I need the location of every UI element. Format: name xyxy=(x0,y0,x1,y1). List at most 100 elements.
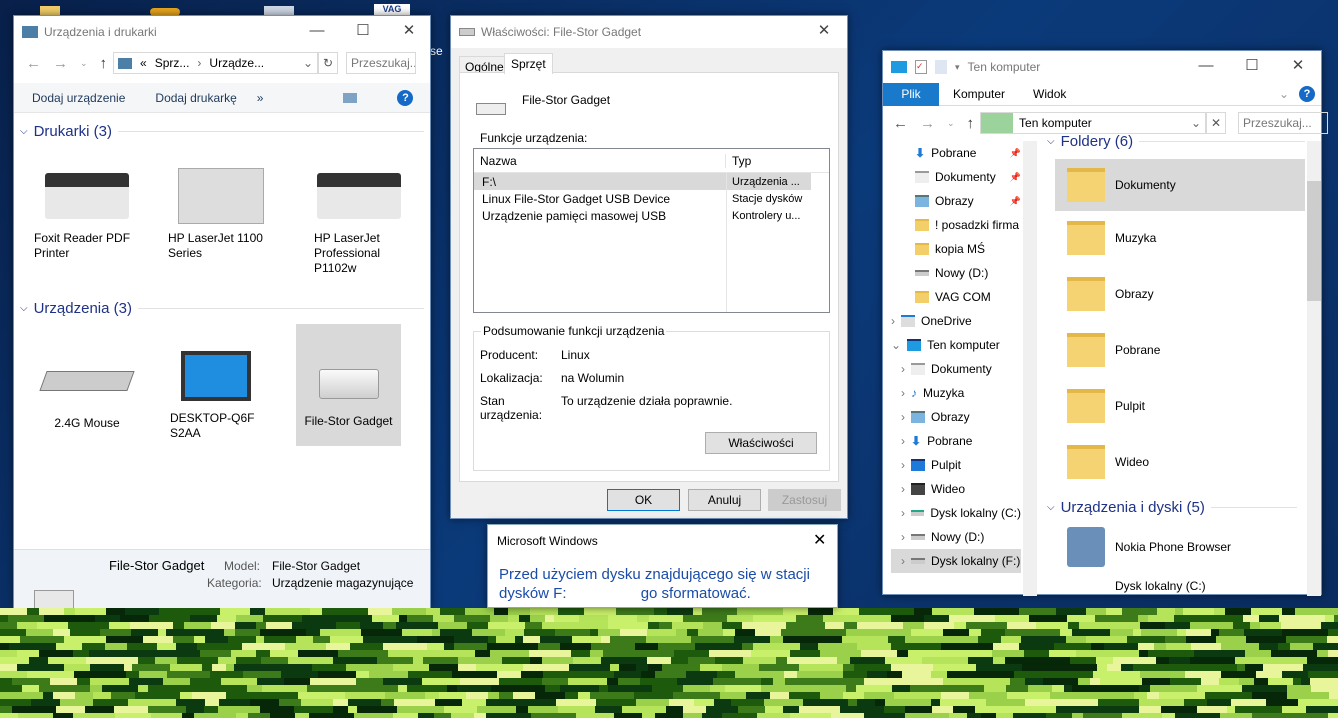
nav-item[interactable]: › Nowy (D:) xyxy=(891,525,1021,549)
glitch-block xyxy=(1205,692,1252,699)
address-bar[interactable]: Ten komputer ⌄ xyxy=(980,112,1207,134)
drives-group-header[interactable]: ⌵ Urządzenia i dyski (5) xyxy=(1047,499,1297,516)
nav-item[interactable]: ! posadzki firma xyxy=(891,213,1021,237)
nav-item[interactable]: ⬇ Pobrane 📌 xyxy=(891,141,1021,165)
folders-group-header[interactable]: ⌵ Foldery (6) xyxy=(1039,135,1305,150)
nav-item[interactable]: kopia MŚ xyxy=(891,237,1021,261)
glitch-block xyxy=(1175,608,1183,615)
printer-item[interactable]: HP LaserJet Professional P1102w xyxy=(314,161,404,276)
up-icon[interactable]: ↑ xyxy=(100,55,108,72)
folder-item[interactable]: Pobrane xyxy=(1067,333,1160,367)
refresh-button[interactable]: ↻ xyxy=(318,52,339,74)
nav-item[interactable]: VAG COM xyxy=(891,285,1021,309)
glitch-block xyxy=(1186,636,1216,643)
glitch-block xyxy=(176,643,197,650)
add-printer-button[interactable]: Dodaj drukarkę xyxy=(155,91,236,105)
table-row[interactable]: Linux File-Stor Gadget USB Device Stacje … xyxy=(474,190,829,207)
cancel-button[interactable]: Anuluj xyxy=(688,489,761,511)
column-name[interactable]: Nazwa xyxy=(474,153,726,168)
device-item[interactable]: 2.4G Mouse xyxy=(34,346,140,431)
tab-file[interactable]: Plik xyxy=(883,82,939,106)
drive-item[interactable]: Nokia Phone Browser xyxy=(1067,527,1231,567)
breadcrumb-item[interactable]: Sprz... xyxy=(155,56,190,70)
folder-item[interactable]: Muzyka xyxy=(1067,221,1156,255)
nav-item[interactable]: Obrazy 📌 xyxy=(891,189,1021,213)
customize-icon[interactable]: ▾ xyxy=(955,62,960,73)
expand-ribbon-icon[interactable]: ⌄ xyxy=(1279,87,1289,101)
minimize-button[interactable]: — xyxy=(1183,51,1229,81)
breadcrumb-item[interactable]: Urządze... xyxy=(209,56,264,70)
recent-icon[interactable]: ⌄ xyxy=(80,58,88,69)
printers-group-header[interactable]: ⌵ Drukarki (3) xyxy=(20,123,424,140)
glitch-block xyxy=(734,636,770,643)
tab-view[interactable]: Widok xyxy=(1033,87,1066,101)
nav-this-pc[interactable]: ⌄ Ten komputer xyxy=(891,333,1021,357)
nav-item[interactable]: › Dokumenty xyxy=(891,357,1021,381)
ok-button[interactable]: OK xyxy=(607,489,680,511)
content-scrollbar[interactable] xyxy=(1307,141,1321,596)
properties-button[interactable]: Właściwości xyxy=(705,432,817,454)
glitch-block xyxy=(846,629,872,636)
printer-item[interactable]: Foxit Reader PDF Printer xyxy=(34,161,140,261)
tab-hardware[interactable]: Sprzęt xyxy=(504,53,553,74)
search-input[interactable]: Przeszukaj... xyxy=(346,52,417,74)
help-icon[interactable]: ? xyxy=(397,89,414,106)
nav-item[interactable]: › Obrazy xyxy=(891,405,1021,429)
close-button[interactable]: ✕ xyxy=(386,16,432,46)
nav-item[interactable]: › ⬇ Pobrane xyxy=(891,429,1021,453)
search-input[interactable]: Przeszukaj... xyxy=(1238,112,1329,134)
minimize-button[interactable]: — xyxy=(294,16,340,46)
folder-item[interactable]: Wideo xyxy=(1067,445,1149,479)
chevron-down-icon[interactable]: ⌄ xyxy=(303,56,313,70)
nav-item[interactable]: › Wideo xyxy=(891,477,1021,501)
back-icon[interactable]: ← xyxy=(893,115,908,132)
nav-onedrive[interactable]: › OneDrive xyxy=(891,309,1021,333)
close-icon[interactable]: ✕ xyxy=(813,530,826,550)
nav-item[interactable]: › Dysk lokalny (C:) xyxy=(891,501,1021,525)
back-icon[interactable]: ← xyxy=(26,55,41,72)
folder-item[interactable]: Pulpit xyxy=(1067,389,1145,423)
glitch-block xyxy=(138,657,155,664)
close-button[interactable]: ✕ xyxy=(1275,51,1321,81)
chevron-down-icon[interactable]: ⌄ xyxy=(1191,116,1201,130)
clear-button[interactable]: ✕ xyxy=(1206,112,1227,134)
tab-computer[interactable]: Komputer xyxy=(953,87,1005,101)
glitch-block xyxy=(659,622,672,629)
view-icon[interactable] xyxy=(343,92,358,103)
table-row[interactable]: F:\ Urządzenia ... xyxy=(474,173,811,190)
close-button[interactable]: ✕ xyxy=(801,16,847,46)
address-bar[interactable]: « Sprz... › Urządze... ⌄ xyxy=(113,52,319,74)
nav-item[interactable]: › Pulpit xyxy=(891,453,1021,477)
column-type[interactable]: Typ xyxy=(726,154,751,168)
forward-icon[interactable]: → xyxy=(920,115,935,132)
help-icon[interactable]: ? xyxy=(1299,86,1315,102)
printer-item[interactable]: HP LaserJet 1100 Series xyxy=(168,161,274,261)
glitch-block xyxy=(1148,650,1194,657)
new-folder-icon[interactable] xyxy=(935,60,947,74)
nav-item[interactable]: Dokumenty 📌 xyxy=(891,165,1021,189)
up-icon[interactable]: ↑ xyxy=(967,115,975,132)
maximize-button[interactable]: ☐ xyxy=(1229,51,1275,81)
nav-scrollbar[interactable] xyxy=(1023,141,1037,596)
functions-list[interactable]: Nazwa Typ F:\ Urządzenia ... Linux File-S… xyxy=(473,148,830,313)
folder-item[interactable]: Obrazy xyxy=(1067,277,1154,311)
nav-item-selected[interactable]: › Dysk lokalny (F:) xyxy=(891,549,1021,573)
maximize-button[interactable]: ☐ xyxy=(340,16,386,46)
properties-icon[interactable]: ✓ xyxy=(915,60,927,74)
add-device-button[interactable]: Dodaj urządzenie xyxy=(32,91,125,105)
devices-group-header[interactable]: ⌵ Urządzenia (3) xyxy=(20,300,424,317)
device-item[interactable]: DESKTOP-Q6FS2AA xyxy=(170,341,262,441)
nav-item[interactable]: › ♪ Muzyka xyxy=(891,381,1021,405)
device-item-selected[interactable]: File-Stor Gadget xyxy=(296,324,401,446)
folder-item-selected[interactable]: Dokumenty xyxy=(1055,159,1305,211)
glitch-block xyxy=(764,699,803,706)
nav-item[interactable]: Nowy (D:) xyxy=(891,261,1021,285)
glitch-block xyxy=(993,657,1005,664)
forward-icon[interactable]: → xyxy=(53,55,68,72)
drive-item[interactable]: Dysk lokalny (C:) xyxy=(1115,579,1206,593)
table-row[interactable]: Urządzenie pamięci masowej USB Kontrolery… xyxy=(474,207,829,224)
recent-icon[interactable]: ⌄ xyxy=(947,118,955,129)
computer-icon xyxy=(891,61,907,73)
more-button[interactable]: » xyxy=(257,91,264,105)
glitch-block xyxy=(1298,699,1338,706)
